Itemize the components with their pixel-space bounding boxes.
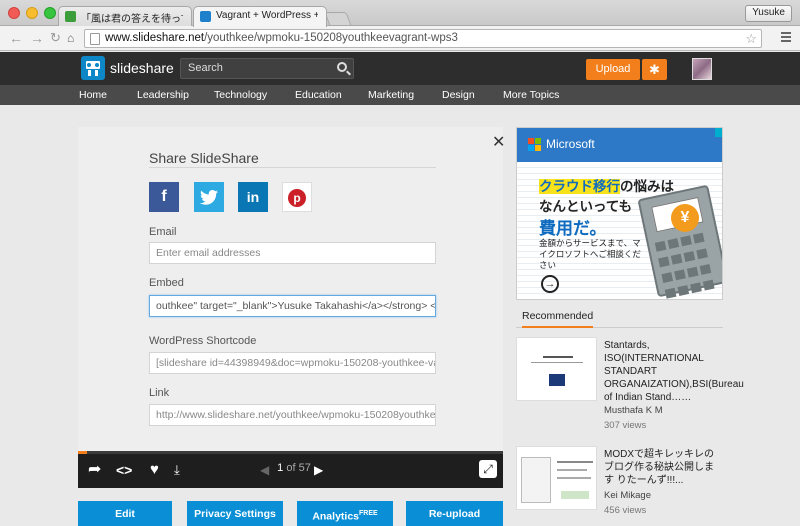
share-panel: Share SlideShare ✕ f in p Email Enter em… [78, 127, 505, 451]
wordpress-shortcode-field[interactable]: [slideshare id=44398949&doc=wpmoku-15020… [149, 352, 436, 374]
category-nav: Home Leadership Technology Education Mar… [0, 85, 800, 105]
yen-coin-icon: ¥ [671, 204, 699, 232]
embed-code-field[interactable]: outhkee" target="_blank">Yusuke Takahash… [149, 295, 436, 317]
next-slide-icon[interactable]: ▶ [314, 463, 323, 477]
embed-label: Embed [149, 277, 184, 289]
privacy-settings-button[interactable]: Privacy Settings [187, 501, 283, 526]
recommended-tab-bar: Recommended [516, 308, 723, 328]
brand-name[interactable]: slideshare [110, 60, 174, 76]
tab-title: Vagrant + WordPress + Ar [216, 10, 318, 21]
pinterest-share-button[interactable]: p [282, 182, 312, 212]
nav-item-home[interactable]: Home [79, 89, 107, 101]
ad-line-2: なんといっても [539, 199, 633, 214]
player-controls: ➦ <> ♥ ⤓ ◀ 1 of 57 ▶ ⤢ [78, 451, 503, 488]
menu-icon[interactable] [781, 32, 791, 44]
tab-title: 「風は君の答えを待ってい る」 [81, 14, 183, 25]
email-label: Email [149, 226, 177, 238]
wordpress-shortcode-label: WordPress Shortcode [149, 335, 257, 347]
minimize-window-button[interactable] [26, 7, 38, 19]
browser-tab-bar: 「風は君の答えを待ってい る」 Vagrant + WordPress + Ar… [0, 0, 800, 27]
twitter-share-button[interactable] [194, 182, 224, 212]
analytics-button[interactable]: AnalyticsFREE [297, 501, 393, 526]
slideshare-logo-icon[interactable] [81, 56, 105, 80]
ad-line-3: 費用だ。 [539, 219, 607, 238]
ad-headline-rest: の悩みは [620, 179, 674, 194]
share-title: Share SlideShare [149, 150, 259, 166]
tab-favicon-icon [65, 11, 76, 22]
tab-recommended[interactable]: Recommended [522, 310, 594, 328]
like-heart-icon[interactable]: ♥ [150, 462, 159, 477]
avatar[interactable] [692, 58, 712, 80]
bookmark-star-icon[interactable]: ☆ [745, 30, 757, 47]
tab-favicon-icon [200, 11, 211, 22]
link-field[interactable]: http://www.slideshare.net/youthkee/wpmok… [149, 404, 436, 426]
home-icon[interactable]: ⌂ [67, 30, 74, 46]
ad-headline: クラウド移行の悩みは [539, 175, 674, 195]
arrow-right-icon[interactable]: → [541, 275, 559, 293]
forward-arrow-icon[interactable]: → [30, 30, 44, 46]
upload-button[interactable]: Upload [586, 59, 640, 80]
recommended-thumbnail-2[interactable] [516, 446, 597, 510]
recommended-author-1[interactable]: Musthafa K M [604, 405, 663, 416]
site-header: slideshare Search Upload ✱ [0, 52, 800, 85]
pinterest-icon: p [288, 189, 306, 207]
twitter-bird-icon [200, 190, 218, 205]
recommended-title-2[interactable]: MODXで超キレッキレのブログ作る秘訣公開します りたーんず!!!... [604, 448, 723, 487]
page-total: of 57 [286, 462, 311, 474]
nav-item-more-topics[interactable]: More Topics [503, 89, 559, 101]
email-field[interactable]: Enter email addresses [149, 242, 436, 264]
recommended-views-2: 456 views [604, 505, 647, 516]
search-placeholder: Search [188, 62, 223, 74]
activity-icon[interactable]: ✱ [642, 59, 667, 80]
zoom-window-button[interactable] [44, 7, 56, 19]
reupload-button[interactable]: Re-upload [406, 501, 503, 526]
microsoft-logo-icon [528, 138, 542, 152]
divider [149, 167, 436, 168]
recommended-title-1[interactable]: Stantards, ISO(INTERNATIONAL STANDART OR… [604, 339, 744, 404]
advertisement[interactable]: Microsoft ¥ クラウド移行の悩みは なんといっても 費用だ。 金額から… [516, 127, 723, 300]
link-label: Link [149, 387, 170, 399]
browser-tab-2[interactable]: Vagrant + WordPress + Ar [193, 6, 327, 27]
download-icon[interactable]: ⤓ [174, 463, 180, 477]
close-icon[interactable]: ✕ [492, 135, 505, 151]
ad-small-text: 金額からサービスまで、マイクロソフトへご相談ください [539, 238, 641, 270]
recommended-thumbnail-1[interactable] [516, 337, 597, 401]
new-tab-button[interactable] [324, 12, 352, 26]
close-window-button[interactable] [8, 7, 20, 19]
edit-button[interactable]: Edit [78, 501, 172, 526]
linkedin-share-button[interactable]: in [238, 182, 268, 212]
nav-item-education[interactable]: Education [295, 89, 342, 101]
facebook-share-button[interactable]: f [149, 182, 179, 212]
slide-progress-bar[interactable] [78, 451, 503, 454]
ad-headline-highlight: クラウド移行 [539, 179, 620, 194]
site-search-input[interactable]: Search [180, 58, 354, 79]
adchoices-icon[interactable] [715, 128, 722, 137]
search-icon[interactable] [337, 62, 347, 72]
nav-item-marketing[interactable]: Marketing [368, 89, 414, 101]
url-host: www.slideshare.net [105, 32, 205, 44]
share-arrow-icon[interactable]: ➦ [88, 462, 101, 478]
profile-button[interactable]: Yusuke [745, 5, 792, 22]
progress-fill [78, 451, 87, 454]
recommended-author-2[interactable]: Kei Mikage [604, 490, 651, 501]
nav-item-leadership[interactable]: Leadership [137, 89, 189, 101]
recommended-views-1: 307 views [604, 420, 647, 431]
ad-brand: Microsoft [546, 137, 595, 151]
browser-tab-1[interactable]: 「風は君の答えを待ってい る」 [58, 6, 192, 27]
analytics-label: Analytics [312, 510, 359, 523]
address-bar[interactable]: www.slideshare.net/youthkee/wpmoku-15020… [84, 29, 762, 48]
free-badge: FREE [359, 510, 378, 517]
back-arrow-icon[interactable]: ← [9, 30, 23, 46]
ad-header: Microsoft [517, 128, 722, 162]
browser-toolbar: ← → ↻ ⌂ www.slideshare.net/youthkee/wpmo… [0, 26, 800, 51]
url-path: /youthkee/wpmoku-150208youthkeevagrant-w… [204, 32, 458, 44]
fullscreen-icon[interactable]: ⤢ [479, 460, 497, 478]
embed-code-icon[interactable]: <> [116, 463, 132, 477]
page-icon [90, 33, 100, 45]
nav-item-technology[interactable]: Technology [214, 89, 267, 101]
reload-icon[interactable]: ↻ [50, 30, 61, 46]
nav-item-design[interactable]: Design [442, 89, 475, 101]
current-page: 1 [277, 462, 284, 474]
